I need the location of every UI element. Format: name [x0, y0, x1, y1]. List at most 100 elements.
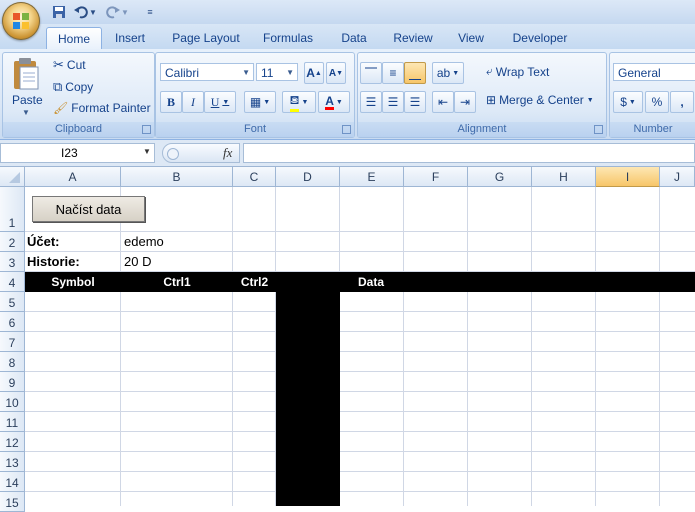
row-header-7[interactable]: 7 — [0, 332, 25, 352]
wrap-text-button[interactable]: ⤶ Wrap Text — [486, 64, 549, 79]
alignment-group-label: Alignment — [358, 122, 606, 137]
tab-page-layout[interactable]: Page Layout — [170, 27, 242, 49]
select-all-button[interactable] — [0, 167, 25, 187]
italic-button[interactable]: I — [182, 91, 204, 113]
grow-font-icon: A — [306, 66, 315, 80]
chevron-down-icon: ▼ — [335, 98, 343, 106]
row-header-10[interactable]: 10 — [0, 392, 25, 412]
row-header-8[interactable]: 8 — [0, 352, 25, 372]
scissors-icon: ✂ — [53, 57, 64, 72]
name-box[interactable]: I23 — [0, 143, 155, 163]
column-d-fill — [276, 272, 340, 506]
history-label: Historie: — [27, 254, 80, 269]
row-header-5[interactable]: 5 — [0, 292, 25, 312]
save-icon[interactable] — [50, 3, 68, 21]
alignment-dialog-launcher-icon[interactable] — [594, 125, 603, 134]
row-header-13[interactable]: 13 — [0, 452, 25, 472]
column-header-d[interactable]: D — [276, 167, 340, 187]
column-header-j[interactable]: J — [660, 167, 695, 187]
format-painter-label: Format Painter — [71, 101, 151, 115]
column-header-e[interactable]: E — [340, 167, 404, 187]
row-header-3[interactable]: 3 — [0, 252, 25, 272]
tab-review[interactable]: Review — [388, 27, 438, 49]
row-header-12[interactable]: 12 — [0, 432, 25, 452]
underline-button[interactable]: U ▼ — [204, 91, 236, 113]
office-button[interactable] — [2, 2, 40, 40]
cut-button[interactable]: ✂ Cut — [53, 57, 86, 73]
borders-button[interactable]: ▦ ▼ — [244, 91, 276, 113]
column-header-b[interactable]: B — [121, 167, 233, 187]
format-painter-button[interactable]: 🖌 Format Painter — [53, 101, 151, 115]
align-left-button[interactable]: ☰ — [360, 91, 382, 113]
currency-button[interactable]: $ ▼ — [613, 91, 643, 113]
tab-view[interactable]: View — [452, 27, 490, 49]
align-top-button[interactable]: ⎺ — [360, 62, 382, 84]
increase-indent-button[interactable]: ⇥ — [454, 91, 476, 113]
bold-button[interactable]: B — [160, 91, 182, 113]
tab-developer[interactable]: Developer — [508, 27, 572, 49]
load-data-button[interactable]: Načíst data — [32, 196, 145, 222]
formula-input[interactable] — [243, 143, 695, 163]
shrink-font-button[interactable]: A ▼ — [326, 62, 346, 84]
copy-button[interactable]: ⧉ Copy — [53, 79, 93, 95]
row-header-6[interactable]: 6 — [0, 312, 25, 332]
gridline — [25, 471, 695, 472]
clipboard-dialog-launcher-icon[interactable] — [142, 125, 151, 134]
row-header-4[interactable]: 4 — [0, 272, 25, 292]
font-name-combo[interactable]: Calibri ▼ — [160, 63, 254, 81]
row-header-9[interactable]: 9 — [0, 372, 25, 392]
increase-indent-icon: ⇥ — [459, 95, 471, 109]
align-bottom-button[interactable]: ⎽ — [404, 62, 426, 84]
insert-function-icon[interactable]: fx — [223, 145, 232, 161]
merge-center-icon: ⊞ — [486, 93, 497, 107]
column-header-i[interactable]: I — [596, 167, 660, 187]
comma-button[interactable]: , — [670, 91, 694, 113]
undo-dropdown-icon[interactable]: ▼ — [88, 3, 98, 21]
row-header-15[interactable]: 15 — [0, 492, 25, 512]
grow-font-button[interactable]: A ▲ — [304, 62, 324, 84]
row-header-2[interactable]: 2 — [0, 232, 25, 252]
font-dialog-launcher-icon[interactable] — [342, 125, 351, 134]
paste-icon[interactable] — [11, 57, 41, 91]
gridline — [25, 451, 695, 452]
copy-icon: ⧉ — [53, 79, 63, 94]
formula-bar-buttons: fx — [162, 143, 240, 163]
orientation-button[interactable]: ab ▼ — [432, 62, 464, 84]
column-header-g[interactable]: G — [468, 167, 532, 187]
decrease-indent-button[interactable]: ⇤ — [432, 91, 454, 113]
customize-qat-icon[interactable]: ≡ — [144, 3, 156, 21]
font-color-button[interactable]: A ▼ — [318, 91, 350, 113]
align-right-button[interactable]: ☰ — [404, 91, 426, 113]
column-header-h[interactable]: H — [532, 167, 596, 187]
align-middle-button[interactable]: ≡ — [382, 62, 404, 84]
column-header-a[interactable]: A — [25, 167, 121, 187]
paste-dropdown-icon[interactable]: ▼ — [22, 108, 30, 117]
row-header-11[interactable]: 11 — [0, 412, 25, 432]
fill-color-button[interactable]: ⛾ ▼ — [282, 91, 316, 113]
column-header-c[interactable]: C — [233, 167, 276, 187]
row-header-14[interactable]: 14 — [0, 472, 25, 492]
redo-dropdown-icon[interactable]: ▼ — [120, 3, 130, 21]
wrap-text-icon: ⤶ — [486, 64, 493, 78]
paste-button[interactable]: Paste — [12, 93, 43, 107]
select-all-icon — [9, 172, 20, 183]
tab-data[interactable]: Data — [336, 27, 372, 49]
column-header-f[interactable]: F — [404, 167, 468, 187]
font-size-combo[interactable]: 11 ▼ — [256, 63, 298, 81]
format-painter-icon: 🖌 — [53, 101, 69, 115]
row-header-1[interactable]: 1 — [0, 187, 25, 232]
percent-button[interactable]: % — [645, 91, 669, 113]
merge-center-button[interactable]: ⊞ Merge & Center ▼ — [486, 93, 594, 107]
header-data: Data — [358, 275, 385, 289]
tab-home[interactable]: Home — [46, 27, 102, 50]
gridline — [25, 491, 695, 492]
number-format-combo[interactable]: General — [613, 63, 695, 81]
history-value[interactable]: 20 D — [124, 254, 151, 269]
chevron-down-icon[interactable]: ▼ — [143, 147, 151, 156]
account-value[interactable]: edemo — [124, 234, 164, 249]
align-center-button[interactable]: ☰ — [382, 91, 404, 113]
gridline — [25, 251, 695, 252]
currency-icon: $ — [620, 95, 627, 109]
tab-formulas[interactable]: Formulas — [258, 27, 318, 49]
tab-insert[interactable]: Insert — [108, 27, 152, 49]
